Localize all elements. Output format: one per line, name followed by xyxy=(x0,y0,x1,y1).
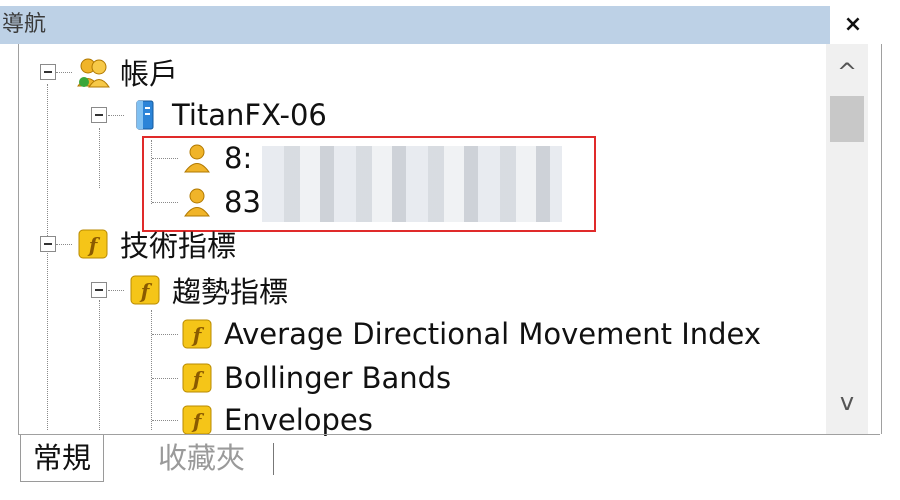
tree-item-indicator[interactable]: f Average Directional Movement Index xyxy=(180,312,761,356)
collapse-toggle-trend[interactable] xyxy=(91,282,107,298)
tab-favorites[interactable]: 收藏夾 xyxy=(146,435,257,481)
tab-divider xyxy=(273,443,274,475)
navigator-titlebar: 導航 × xyxy=(0,0,900,44)
tab-bar: 常規 收藏夾 xyxy=(18,434,880,485)
collapse-toggle-accounts[interactable] xyxy=(40,64,56,80)
tree-item-indicator[interactable]: f Bollinger Bands xyxy=(180,356,451,400)
indicator-label: Envelopes xyxy=(224,403,373,437)
tree-line xyxy=(99,300,100,430)
tree-line xyxy=(108,115,124,116)
scroll-down-button[interactable]: v xyxy=(826,388,868,416)
users-icon xyxy=(77,58,110,88)
highlight-box xyxy=(142,136,596,232)
tree-item-label: 帳戶 xyxy=(120,57,179,91)
tree-line xyxy=(152,378,178,379)
function-icon: f xyxy=(130,275,160,305)
window-title: 導航 xyxy=(2,12,47,37)
tree-line xyxy=(152,334,178,335)
indicator-label: Bollinger Bands xyxy=(224,361,452,395)
function-icon: f xyxy=(182,363,212,393)
tree-line xyxy=(47,84,48,430)
server-icon xyxy=(136,100,154,130)
tree-line xyxy=(56,72,72,73)
tree-line xyxy=(56,244,72,245)
scroll-up-button[interactable]: ^ xyxy=(826,58,868,86)
tree-line xyxy=(108,290,124,291)
titlebar-band xyxy=(0,6,830,44)
vertical-scrollbar[interactable]: ^ v xyxy=(826,44,868,434)
function-icon: f xyxy=(182,405,212,435)
function-icon: f xyxy=(182,319,212,349)
function-icon: f xyxy=(78,229,108,259)
tree-item-label: 趨勢指標 xyxy=(172,275,289,309)
collapse-toggle-indicators[interactable] xyxy=(40,236,56,252)
scroll-thumb[interactable] xyxy=(830,96,864,142)
tree-item-server[interactable]: TitanFX-06 xyxy=(128,93,327,137)
tree-line xyxy=(151,310,152,430)
collapse-toggle-server[interactable] xyxy=(91,107,107,123)
tree-item-label: TitanFX-06 xyxy=(172,98,327,132)
tree-item-trend-folder[interactable]: f 趨勢指標 xyxy=(128,268,288,312)
close-button[interactable]: × xyxy=(838,6,868,44)
tree-item-indicators[interactable]: f 技術指標 xyxy=(76,222,236,266)
tree-line xyxy=(99,128,100,188)
tree-item-label: 技術指標 xyxy=(120,229,237,263)
tree-line xyxy=(152,420,178,421)
tab-general[interactable]: 常規 xyxy=(20,435,105,482)
indicator-label: Average Directional Movement Index xyxy=(224,317,762,351)
tree-item-accounts[interactable]: 帳戶 xyxy=(76,50,178,94)
